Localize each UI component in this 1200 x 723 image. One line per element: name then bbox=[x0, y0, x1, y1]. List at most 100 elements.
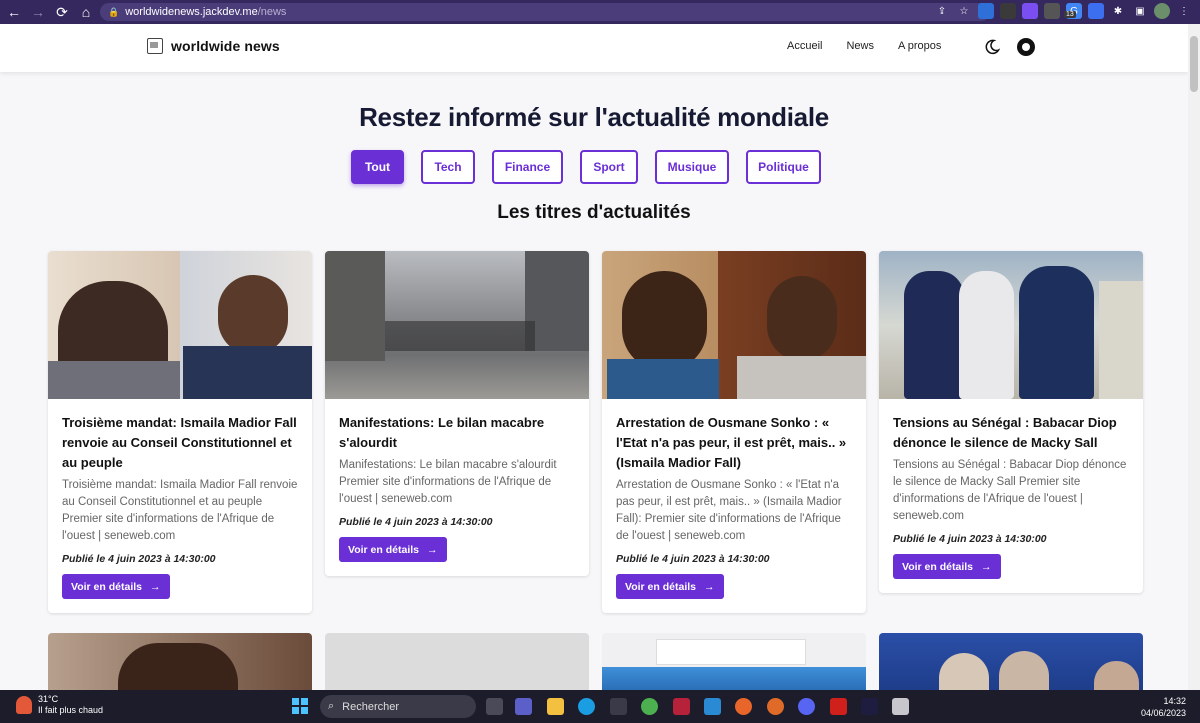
page-scrollbar[interactable] bbox=[1188, 24, 1200, 690]
acrobat-icon[interactable] bbox=[830, 698, 847, 715]
scroll-thumb[interactable] bbox=[1190, 36, 1198, 92]
browser-toolbar: ← → ⟳ ⌂ 🔒 worldwidenews.jackdev.me/news … bbox=[0, 0, 1200, 24]
extension-icon[interactable] bbox=[1022, 3, 1038, 19]
sidebar-icon[interactable]: ▣ bbox=[1132, 3, 1148, 19]
details-button-label: Voir en détails bbox=[348, 543, 419, 556]
news-description: Manifestations: Le bilan macabre s'alour… bbox=[339, 459, 557, 505]
news-card: Troisième mandat: Ismaila Madior Fall re… bbox=[48, 251, 312, 613]
app-icon[interactable] bbox=[673, 698, 690, 715]
windows-start-icon[interactable] bbox=[292, 698, 308, 714]
section-title: Les titres d'actualités bbox=[497, 202, 691, 223]
nav-link-a-propos[interactable]: A propos bbox=[898, 40, 941, 52]
arrow-right-icon: → bbox=[427, 543, 438, 556]
teams-icon[interactable] bbox=[515, 698, 532, 715]
nav-link-accueil[interactable]: Accueil bbox=[787, 40, 822, 52]
menu-icon[interactable]: ⋮ bbox=[1176, 3, 1192, 19]
avatar[interactable] bbox=[1154, 3, 1170, 19]
news-image[interactable] bbox=[879, 251, 1143, 399]
github-icon[interactable] bbox=[1017, 38, 1035, 56]
news-image[interactable] bbox=[602, 251, 866, 399]
news-date: Publié le 4 juin 2023 à 14:30:00 bbox=[339, 516, 493, 528]
windows-taskbar: 31°C Il fait plus chaud ⌕ Rechercher 14:… bbox=[0, 690, 1200, 723]
news-image[interactable] bbox=[325, 633, 589, 690]
news-image[interactable] bbox=[48, 633, 312, 690]
news-image[interactable] bbox=[48, 251, 312, 399]
category-filters: Tout Tech Finance Sport Musique Politiqu… bbox=[351, 150, 821, 184]
thermometer-icon bbox=[16, 696, 32, 714]
app-icon[interactable] bbox=[892, 698, 909, 715]
logo-text: worldwide news bbox=[171, 38, 280, 54]
site-header: worldwide news Accueil News A propos bbox=[0, 24, 1188, 72]
page-title: Restez informé sur l'actualité mondiale bbox=[359, 102, 829, 132]
lock-icon: 🔒 bbox=[108, 6, 120, 17]
main-nav: Accueil News A propos bbox=[787, 40, 941, 52]
news-date: Publié le 4 juin 2023 à 14:30:00 bbox=[616, 553, 770, 565]
reload-icon[interactable]: ⟳ bbox=[52, 2, 72, 22]
extensions-area: ⇪ ☆ G ✱ ▣ ⋮ bbox=[934, 3, 1192, 19]
news-title[interactable]: Arrestation de Ousmane Sonko : « l'Etat … bbox=[616, 413, 852, 473]
app-icon[interactable] bbox=[767, 698, 784, 715]
details-button[interactable]: Voir en détails → bbox=[893, 554, 1001, 579]
task-view-icon[interactable] bbox=[486, 698, 503, 715]
news-title[interactable]: Manifestations: Le bilan macabre s'alour… bbox=[339, 413, 575, 453]
newspaper-icon bbox=[147, 38, 163, 54]
extension-icon[interactable] bbox=[1044, 3, 1060, 19]
back-icon[interactable]: ← bbox=[4, 2, 24, 22]
edge-icon[interactable] bbox=[578, 698, 595, 715]
nav-link-news[interactable]: News bbox=[846, 40, 874, 52]
file-explorer-icon[interactable] bbox=[547, 698, 564, 715]
forward-icon[interactable]: → bbox=[28, 2, 48, 22]
details-button[interactable]: Voir en détails → bbox=[62, 574, 170, 599]
details-button[interactable]: Voir en détails → bbox=[339, 537, 447, 562]
system-clock[interactable]: 14:32 04/06/2023 bbox=[1141, 695, 1186, 719]
filter-tech-button[interactable]: Tech bbox=[421, 150, 475, 184]
share-icon[interactable]: ⇪ bbox=[934, 3, 950, 19]
filter-politique-button[interactable]: Politique bbox=[746, 150, 821, 184]
url-host: worldwidenews.jackdev.me bbox=[125, 6, 258, 18]
arrow-right-icon: → bbox=[150, 580, 161, 593]
extension-badge: 13 bbox=[1064, 11, 1076, 18]
news-date: Publié le 4 juin 2023 à 14:30:00 bbox=[893, 533, 1047, 545]
url-path: /news bbox=[257, 6, 287, 18]
chrome-icon[interactable] bbox=[641, 698, 658, 715]
filter-finance-button[interactable]: Finance bbox=[492, 150, 563, 184]
weather-status: Il fait plus chaud bbox=[38, 705, 104, 715]
news-description: Troisième mandat: Ismaila Madior Fall re… bbox=[62, 479, 298, 542]
details-button-label: Voir en détails bbox=[71, 580, 142, 593]
vscode-icon[interactable] bbox=[704, 698, 721, 715]
discord-icon[interactable] bbox=[798, 698, 815, 715]
bookmark-star-icon[interactable]: ☆ bbox=[956, 3, 972, 19]
address-bar[interactable]: 🔒 worldwidenews.jackdev.me/news bbox=[100, 3, 990, 21]
clock-time: 14:32 bbox=[1163, 696, 1186, 706]
search-icon: ⌕ bbox=[328, 700, 335, 712]
taskbar-search[interactable]: ⌕ Rechercher bbox=[320, 695, 476, 718]
extension-icon[interactable] bbox=[1000, 3, 1016, 19]
puzzle-icon[interactable]: ✱ bbox=[1110, 3, 1126, 19]
arrow-right-icon: → bbox=[704, 580, 715, 593]
news-image[interactable] bbox=[879, 633, 1143, 690]
extension-icon[interactable] bbox=[1088, 3, 1104, 19]
news-description: Arrestation de Ousmane Sonko : « l'Etat … bbox=[616, 479, 842, 542]
filter-tout-button[interactable]: Tout bbox=[351, 150, 404, 184]
weather-widget[interactable]: 31°C Il fait plus chaud bbox=[16, 694, 103, 716]
arrow-right-icon: → bbox=[981, 560, 992, 573]
news-image[interactable] bbox=[602, 633, 866, 690]
moon-icon[interactable] bbox=[984, 39, 1000, 55]
filter-musique-button[interactable]: Musique bbox=[655, 150, 729, 184]
home-icon[interactable]: ⌂ bbox=[76, 2, 96, 22]
filter-sport-button[interactable]: Sport bbox=[580, 150, 638, 184]
details-button[interactable]: Voir en détails → bbox=[616, 574, 724, 599]
firefox-icon[interactable] bbox=[735, 698, 752, 715]
news-description: Tensions au Sénégal : Babacar Diop dénon… bbox=[893, 459, 1127, 522]
news-image[interactable] bbox=[325, 251, 589, 399]
store-icon[interactable] bbox=[610, 698, 627, 715]
extension-icon[interactable] bbox=[978, 3, 994, 19]
news-title[interactable]: Troisième mandat: Ismaila Madior Fall re… bbox=[62, 413, 298, 473]
news-card: Tensions au Sénégal : Babacar Diop dénon… bbox=[879, 251, 1143, 593]
audition-icon[interactable] bbox=[861, 698, 878, 715]
site-logo[interactable]: worldwide news bbox=[147, 38, 280, 54]
search-label: Rechercher bbox=[342, 700, 400, 713]
news-title[interactable]: Tensions au Sénégal : Babacar Diop dénon… bbox=[893, 413, 1129, 453]
details-button-label: Voir en détails bbox=[625, 580, 696, 593]
clock-date: 04/06/2023 bbox=[1140, 708, 1186, 718]
